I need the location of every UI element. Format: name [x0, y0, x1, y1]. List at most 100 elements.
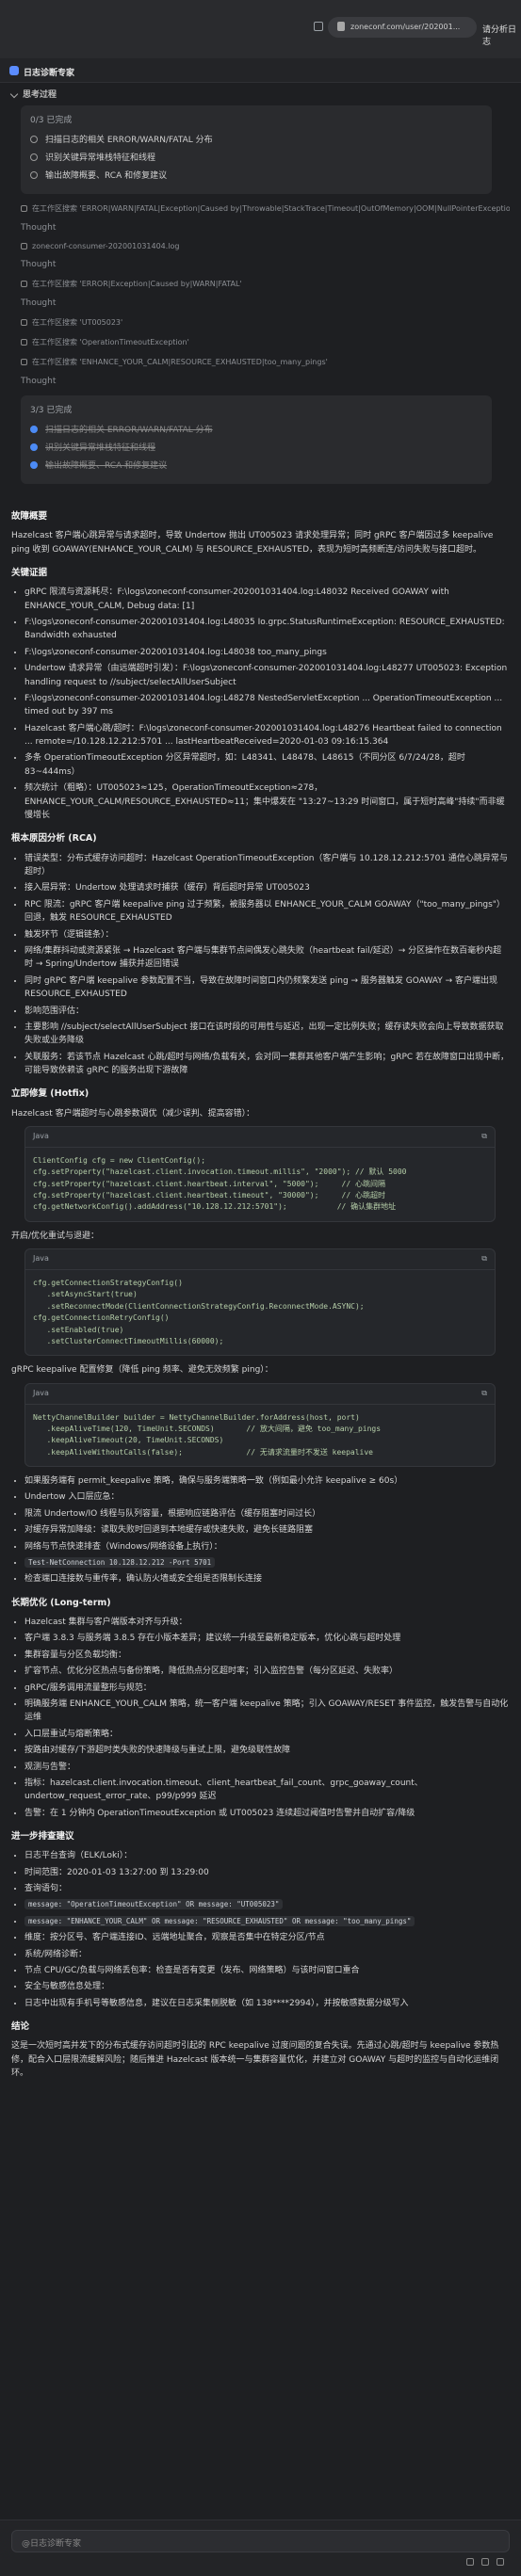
plan-card-completed: 3/3 已完成 扫描日志的相关 ERROR/WARN/FATAL 分布 识别关键… — [21, 395, 492, 484]
tool-step[interactable]: 在工作区搜索 'OperationTimeoutException' — [21, 337, 510, 347]
list-item: Hazelcast 客户端心跳/超时：F:\logs\zoneconf-cons… — [24, 722, 510, 749]
todo-item: 扫描日志的相关 ERROR/WARN/FATAL 分布 — [30, 133, 482, 145]
copy-icon[interactable]: ⧉ — [481, 1388, 487, 1400]
hotfix-list: 如果服务端有 permit_keepalive 策略，确保与服务端策略一致（例如… — [24, 1474, 510, 1586]
todo-label: 识别关键异常堆栈特征和线程 — [45, 443, 156, 453]
reload-icon[interactable] — [314, 22, 323, 31]
list-item: F:\logs\zoneconf-consumer-202001031404.l… — [24, 646, 510, 659]
todo-checkbox-icon — [30, 170, 38, 179]
chevron-down-icon — [9, 89, 19, 98]
app-logo-icon — [9, 66, 19, 75]
list-item: 接入层异常：Undertow 处理请求时捕获（缓存）背后超时异常 UT00502… — [24, 881, 510, 894]
copy-icon[interactable]: ⧉ — [481, 1253, 487, 1265]
list-item: 系统/网络诊断： — [24, 1948, 510, 1961]
section-heading: 长期优化 (Long-term) — [11, 1597, 111, 1608]
todo-checkbox-icon — [30, 153, 38, 161]
chat-input[interactable]: @日志诊断专家 — [11, 2530, 510, 2552]
list-item: 错误类型：分布式缓存访问超时：Hazelcast OperationTimeou… — [24, 852, 510, 879]
settings-icon[interactable] — [481, 2558, 489, 2566]
next-steps-list: 日志平台查询（ELK/Loki）： 时间范围：2020-01-03 13:27:… — [24, 1849, 510, 2010]
code-block: Java ⧉ cfg.getConnectionStrategyConfig() … — [24, 1248, 496, 1357]
top-action-text[interactable]: 请分析日志 — [482, 23, 521, 47]
url-text: zoneconf.com/user/202001... — [350, 23, 461, 31]
code-text: cfg.getConnectionStrategyConfig() .setAs… — [33, 1278, 365, 1345]
list-item: 同时 gRPC 客户端 keepalive 参数配置不当，导致在故障时间窗口内仍… — [24, 974, 510, 1002]
todo-label: 输出故障概要、RCA 和修复建议 — [45, 461, 168, 471]
summary-text: Hazelcast 客户端心跳异常与请求超时，导致 Undertow 抛出 UT… — [11, 531, 494, 555]
list-item: 明确服务端 ENHANCE_YOUR_CALM 策略，统一客户端 keepali… — [24, 1698, 510, 1725]
input-placeholder: @日志诊断专家 — [22, 2539, 82, 2549]
list-item: 客户端 3.8.3 与服务端 3.8.5 存在小版本差异；建议统一升级至最新稳定… — [24, 1632, 510, 1645]
list-item: message: "ENHANCE_YOUR_CALM" OR message:… — [24, 1915, 510, 1928]
chat-input-bar: @日志诊断专家 — [0, 2520, 521, 2576]
hotfix-mid: 开启/优化重试与退避： — [11, 1231, 100, 1241]
todo-checkbox-icon — [30, 425, 38, 433]
tool-step[interactable]: 在工作区搜索 'ERROR|Exception|Caused by|WARN|F… — [21, 279, 510, 289]
search-icon — [21, 281, 27, 287]
section-heading: 立即修复 (Hotfix) — [11, 1088, 90, 1100]
search-icon — [21, 205, 27, 212]
evidence-list: gRPC 限流与资源耗尽：F:\logs\zoneconf-consumer-2… — [24, 586, 510, 822]
list-item: gRPC/服务调用流量整形与规范： — [24, 1682, 510, 1695]
address-bar[interactable]: zoneconf.com/user/202001... — [328, 17, 477, 38]
list-item: 如果服务端有 permit_keepalive 策略，确保与服务端策略一致（例如… — [24, 1474, 510, 1488]
list-item: 限流 Undertow/IO 线程与队列容量，根据响应链路评估（缓存阻塞时间过长… — [24, 1507, 510, 1521]
todo-checkbox-icon — [30, 443, 38, 451]
thought-step[interactable]: Thought — [21, 260, 510, 269]
code-language: Java — [33, 1388, 49, 1397]
list-item: 安全与敏感信息处理： — [24, 1980, 510, 1993]
list-item: 节点 CPU/GC/负载与网络丢包率：检查是否有变更（发布、网络策略）与该时间窗… — [24, 1964, 510, 1977]
tool-step-text: 在工作区搜索 'OperationTimeoutException' — [32, 338, 189, 346]
plan-card: 0/3 已完成 扫描日志的相关 ERROR/WARN/FATAL 分布 识别关键… — [21, 105, 492, 194]
thinking-toggle[interactable]: 思考过程 — [9, 88, 510, 100]
send-icon[interactable] — [497, 2558, 504, 2566]
todo-label: 扫描日志的相关 ERROR/WARN/FATAL 分布 — [45, 426, 213, 435]
tool-step[interactable]: zoneconf-consumer-202001031404.log — [21, 242, 510, 250]
thought-step[interactable]: Thought — [21, 298, 510, 308]
list-item: message: "OperationTimeoutException" OR … — [24, 1898, 510, 1911]
list-item: 检查端口连接数与重传率，确认防火墙或安全组是否限制长连接 — [24, 1572, 510, 1586]
tool-step-text: 在工作区搜索 'ENHANCE_YOUR_CALM|RESOURCE_EXHAU… — [32, 358, 328, 366]
grpc-intro: gRPC keepalive 配置修复（降低 ping 频率、避免无效频繁 pi… — [11, 1365, 273, 1376]
app-title: 日志诊断专家 — [24, 69, 75, 78]
plan-header: 3/3 已完成 — [30, 406, 73, 415]
tool-step[interactable]: 在工作区搜索 'UT005023' — [21, 317, 510, 328]
list-item: 按路由对缓存/下游超时类失败的快速降级与重试上限，避免级联性故障 — [24, 1744, 510, 1757]
plan-header: 0/3 已完成 — [30, 116, 73, 125]
code-text: ClientConfig cfg = new ClientConfig(); c… — [33, 1155, 407, 1212]
todo-label: 扫描日志的相关 ERROR/WARN/FATAL 分布 — [45, 136, 213, 145]
list-item: 频次统计（粗略）：UT005023≈125，OperationTimeoutEx… — [24, 781, 510, 822]
list-item: 告警：在 1 分钟内 OperationTimeoutException 或 U… — [24, 1807, 510, 1820]
list-item: 影响范围评估： — [24, 1005, 510, 1018]
conclusion-text: 这是一次短时高并发下的分布式缓存访问超时引起的 RPC keepalive 过度… — [11, 2041, 499, 2079]
hotfix-intro: Hazelcast 客户端超时与心跳参数调优（减少误判、提高容错）： — [11, 1108, 255, 1119]
code-text: NettyChannelBuilder builder = NettyChann… — [33, 1412, 382, 1457]
list-item: 指标：hazelcast.client.invocation.timeout、c… — [24, 1777, 510, 1804]
todo-item: 输出故障概要、RCA 和修复建议 — [30, 169, 482, 181]
todo-label: 输出故障概要、RCA 和修复建议 — [45, 171, 168, 181]
copy-icon[interactable]: ⧉ — [481, 1131, 487, 1143]
list-item: 观测与告警： — [24, 1761, 510, 1774]
thought-step[interactable]: Thought — [21, 377, 510, 386]
search-icon — [21, 339, 27, 346]
todo-checkbox-icon — [30, 135, 38, 143]
section-heading: 关键证据 — [11, 567, 48, 578]
thinking-label: 思考过程 — [23, 90, 57, 100]
chat-content: 思考过程 0/3 已完成 扫描日志的相关 ERROR/WARN/FATAL 分布… — [0, 83, 521, 2520]
todo-item: 识别关键异常堆栈特征和线程 — [30, 441, 482, 453]
list-item: 网络与节点快速排查（Windows/网络设备上执行）： — [24, 1540, 510, 1554]
tool-step[interactable]: 在工作区搜索 'ENHANCE_YOUR_CALM|RESOURCE_EXHAU… — [21, 357, 510, 367]
list-item: Undertow 请求异常（由远端超时引发）：F:\logs\zoneconf-… — [24, 662, 510, 689]
todo-item: 扫描日志的相关 ERROR/WARN/FATAL 分布 — [30, 423, 482, 435]
section-heading: 进一步排查建议 — [11, 1831, 74, 1843]
attach-icon[interactable] — [466, 2558, 474, 2566]
thinking-section: 思考过程 0/3 已完成 扫描日志的相关 ERROR/WARN/FATAL 分布… — [0, 83, 521, 494]
code-block: Java ⧉ ClientConfig cfg = new ClientConfi… — [24, 1126, 496, 1222]
list-item: 查询语句： — [24, 1882, 510, 1895]
longterm-list: Hazelcast 集群与客户端版本对齐与升级： 客户端 3.8.3 与服务端 … — [24, 1616, 510, 1820]
list-item: 日志中出现有手机号等敏感信息，建议在日志采集侧脱敏（如 138****2994）… — [24, 1997, 510, 2010]
tool-step-text: zoneconf-consumer-202001031404.log — [32, 242, 180, 250]
list-item: 主要影响 //subject/selectAllUserSubject 接口在该… — [24, 1021, 510, 1048]
thought-step[interactable]: Thought — [21, 223, 510, 233]
tool-step[interactable]: 在工作区搜索 'ERROR|WARN|FATAL|Exception|Cause… — [21, 203, 510, 214]
